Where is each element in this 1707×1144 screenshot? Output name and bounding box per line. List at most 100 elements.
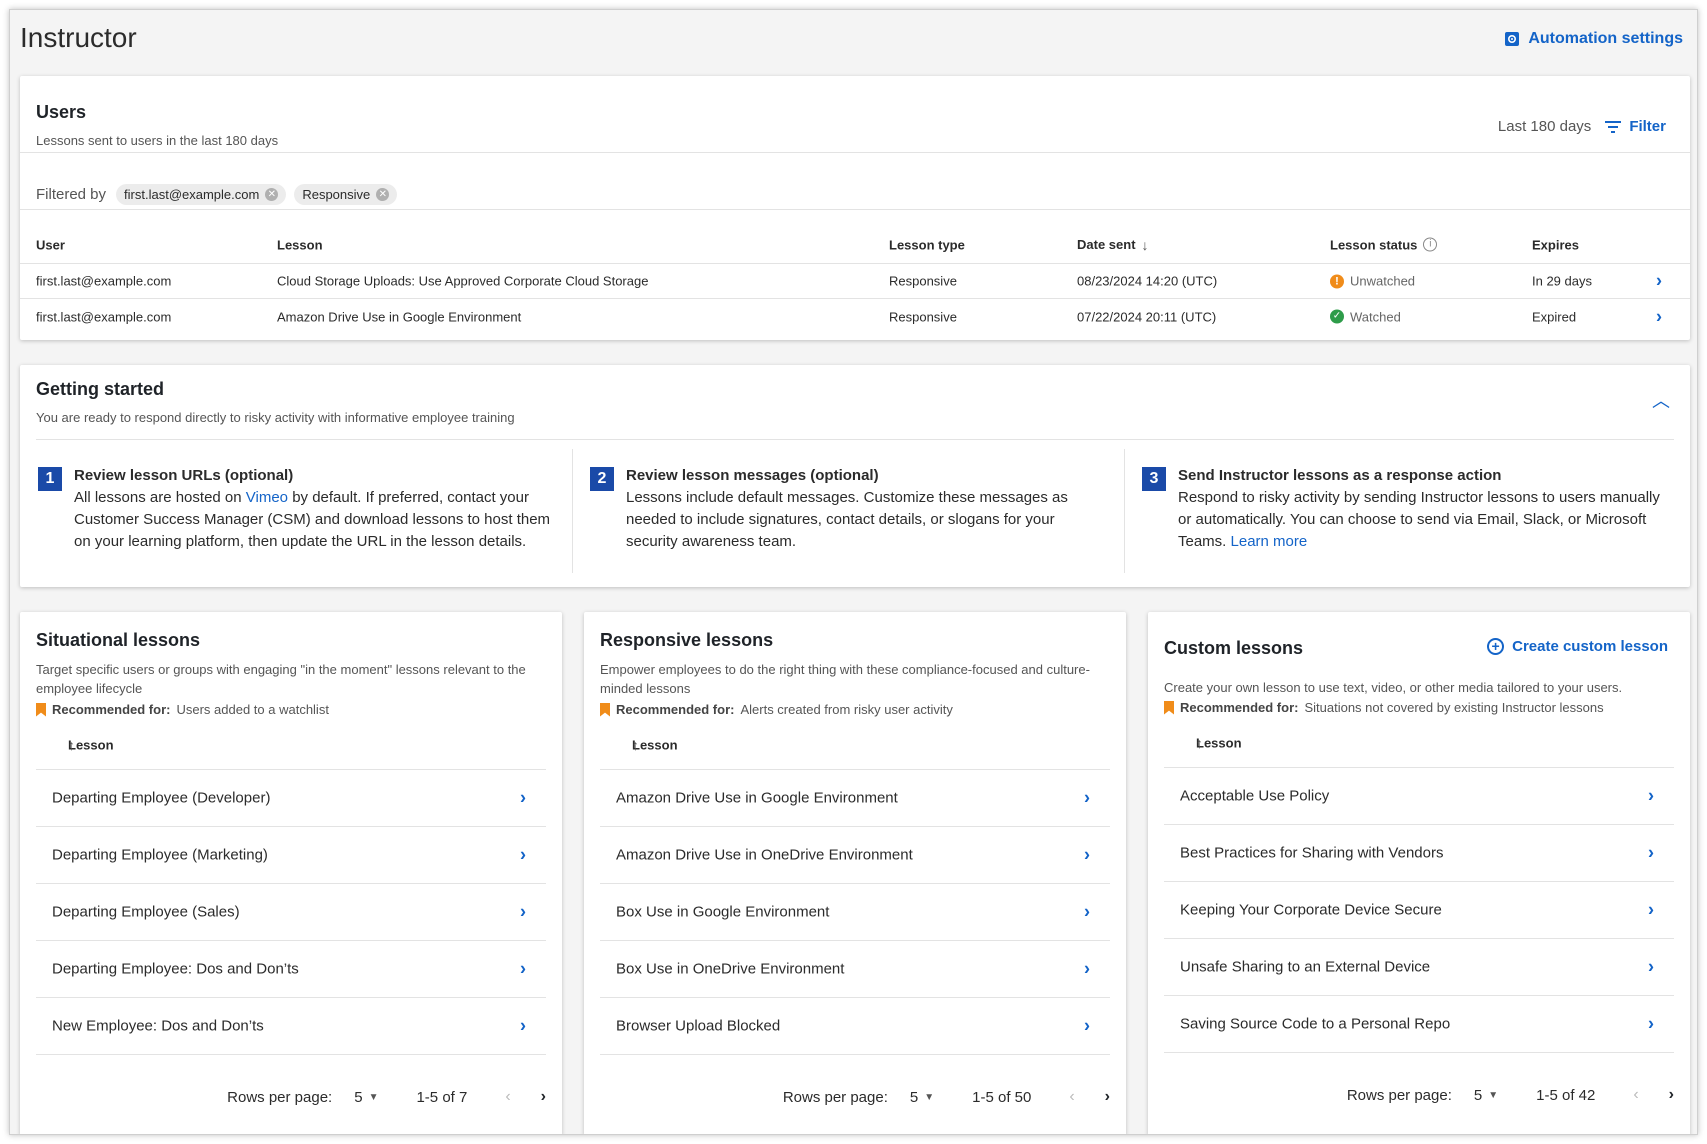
chevron-left-icon[interactable]: ‹	[1633, 1086, 1638, 1104]
chevron-left-icon[interactable]: ‹	[1069, 1088, 1074, 1106]
list-item[interactable]: Box Use in OneDrive Environment ›	[600, 941, 1110, 998]
cell-status: ✓ Watched	[1330, 309, 1401, 324]
remove-chip-icon[interactable]: ✕	[265, 188, 279, 201]
filter-button[interactable]: Filter	[1605, 118, 1666, 135]
table-row[interactable]: first.last@example.com Cloud Storage Upl…	[20, 264, 1690, 299]
col-lesson[interactable]: Lesson	[277, 237, 323, 252]
cell-expires: Expired	[1532, 309, 1577, 324]
lesson-table: Lesson ↑ Amazon Drive Use in Google Envir…	[600, 720, 1110, 1055]
rec-label: Recommended for:	[616, 702, 735, 717]
chevron-right-icon[interactable]: ›	[1656, 271, 1662, 292]
plus-circle-icon: +	[1487, 638, 1505, 655]
table-header: User Lesson Lesson type Date sent ↓ Less…	[20, 226, 1690, 264]
list-item[interactable]: Departing Employee (Sales) ›	[36, 884, 546, 941]
filter-label: Filter	[1629, 118, 1666, 135]
chevron-right-icon: ›	[520, 787, 526, 808]
chevron-right-icon: ›	[1648, 899, 1654, 920]
cell-type: Responsive	[889, 309, 957, 324]
item-label: Unsafe Sharing to an External Device	[1180, 958, 1431, 976]
list-item[interactable]: Acceptable Use Policy ›	[1164, 768, 1674, 825]
info-icon[interactable]: i	[1423, 237, 1438, 252]
vimeo-link[interactable]: Vimeo	[246, 489, 288, 506]
item-label: Departing Employee: Dos and Don’ts	[52, 960, 299, 978]
rec-label: Recommended for:	[1180, 700, 1299, 715]
cell-user: first.last@example.com	[36, 273, 172, 289]
step-title: Send Instructor lessons as a response ac…	[1178, 467, 1502, 484]
list-item[interactable]: Amazon Drive Use in Google Environment ›	[600, 770, 1110, 827]
step-text-a: All lessons are hosted on	[74, 489, 246, 506]
chevron-right-icon: ›	[1648, 1013, 1654, 1034]
page-count: 1-5 of 50	[972, 1088, 1032, 1106]
col-lesson-status[interactable]: Lesson status i	[1330, 237, 1438, 252]
step-title: Review lesson messages (optional)	[626, 467, 879, 484]
sort-up-icon: ↑	[632, 736, 639, 753]
list-item[interactable]: Departing Employee (Developer) ›	[36, 770, 546, 827]
rows-per-page-select[interactable]: 5 ▼	[910, 1089, 934, 1106]
filter-icon	[1605, 120, 1622, 133]
chevron-right-icon[interactable]: ›	[1105, 1088, 1110, 1106]
list-item[interactable]: Keeping Your Corporate Device Secure ›	[1164, 882, 1674, 939]
caret-down-icon: ▼	[1488, 1089, 1499, 1101]
rows-per-page-select[interactable]: 5 ▼	[354, 1089, 378, 1106]
chevron-right-icon[interactable]: ›	[541, 1088, 546, 1106]
caret-down-icon: ▼	[368, 1091, 379, 1103]
pagination: Rows per page: 5 ▼ 1-5 of 42 ‹ ›	[1347, 1086, 1674, 1104]
filter-chip-type: Responsive ✕	[294, 184, 398, 205]
list-item[interactable]: Unsafe Sharing to an External Device ›	[1164, 939, 1674, 996]
list-item[interactable]: Saving Source Code to a Personal Repo ›	[1164, 996, 1674, 1053]
table-header[interactable]: Lesson ↑	[600, 720, 1110, 770]
divider	[36, 439, 1674, 440]
card-description: Create your own lesson to use text, vide…	[1164, 680, 1623, 695]
chevron-right-icon: ›	[1084, 844, 1090, 865]
rec-value: Situations not covered by existing Instr…	[1304, 700, 1604, 715]
list-item[interactable]: Amazon Drive Use in OneDrive Environment…	[600, 827, 1110, 884]
col-expires[interactable]: Expires	[1532, 237, 1579, 252]
list-item[interactable]: Box Use in Google Environment ›	[600, 884, 1110, 941]
learn-more-link[interactable]: Learn more	[1231, 533, 1308, 550]
list-item[interactable]: Best Practices for Sharing with Vendors ›	[1164, 825, 1674, 882]
filtered-by-label: Filtered by	[36, 186, 107, 203]
chevron-up-icon[interactable]: ︿	[1652, 387, 1670, 413]
item-label: Departing Employee (Marketing)	[52, 846, 268, 864]
chevron-right-icon: ›	[1648, 956, 1654, 977]
card-description: Target specific users or groups with eng…	[36, 662, 526, 696]
card-title: Custom lessons	[1164, 638, 1304, 658]
table-header[interactable]: Lesson ↑	[1164, 718, 1674, 768]
create-custom-lesson-label: Create custom lesson	[1512, 638, 1668, 655]
recommended-for: Recommended for: Users added to a watchl…	[36, 702, 329, 717]
chevron-right-icon: ›	[1648, 842, 1654, 863]
bookmark-icon	[600, 702, 610, 717]
step-2: 2 Review lesson messages (optional) Less…	[590, 465, 1110, 553]
col-user[interactable]: User	[36, 237, 65, 252]
status-label: Watched	[1350, 309, 1401, 324]
item-label: Browser Upload Blocked	[616, 1017, 781, 1035]
chevron-right-icon: ›	[520, 1015, 526, 1036]
create-custom-lesson-button[interactable]: + Create custom lesson	[1487, 638, 1668, 655]
list-item[interactable]: Departing Employee (Marketing) ›	[36, 827, 546, 884]
item-label: Keeping Your Corporate Device Secure	[1180, 901, 1442, 919]
check-icon: ✓	[1330, 309, 1344, 324]
rows-per-page-select[interactable]: 5 ▼	[1474, 1087, 1498, 1104]
users-title: Users	[36, 102, 87, 122]
list-item[interactable]: New Employee: Dos and Don’ts ›	[36, 998, 546, 1055]
list-item[interactable]: Browser Upload Blocked ›	[600, 998, 1110, 1055]
table-row[interactable]: first.last@example.com Amazon Drive Use …	[20, 299, 1690, 334]
col-lesson-type[interactable]: Lesson type	[889, 237, 965, 252]
table-header[interactable]: Lesson ↑	[36, 720, 546, 770]
item-label: Box Use in OneDrive Environment	[616, 960, 845, 978]
list-item[interactable]: Departing Employee: Dos and Don’ts ›	[36, 941, 546, 998]
remove-chip-icon[interactable]: ✕	[376, 188, 390, 201]
chevron-right-icon[interactable]: ›	[1656, 306, 1662, 327]
step-number: 2	[590, 467, 614, 491]
automation-settings-button[interactable]: Automation settings	[1504, 30, 1683, 48]
chevron-left-icon[interactable]: ‹	[505, 1088, 510, 1106]
status-label: Unwatched	[1350, 273, 1416, 289]
pagination: Rows per page: 5 ▼ 1-5 of 50 ‹ ›	[783, 1088, 1110, 1106]
col-date-sent[interactable]: Date sent ↓	[1077, 237, 1149, 253]
item-label: Saving Source Code to a Personal Repo	[1180, 1015, 1451, 1033]
chevron-right-icon[interactable]: ›	[1669, 1086, 1674, 1104]
item-label: Departing Employee (Sales)	[52, 903, 240, 921]
col-date-sent-label: Date sent	[1077, 237, 1136, 252]
item-label: Amazon Drive Use in Google Environment	[616, 789, 898, 807]
chevron-right-icon: ›	[1084, 958, 1090, 979]
